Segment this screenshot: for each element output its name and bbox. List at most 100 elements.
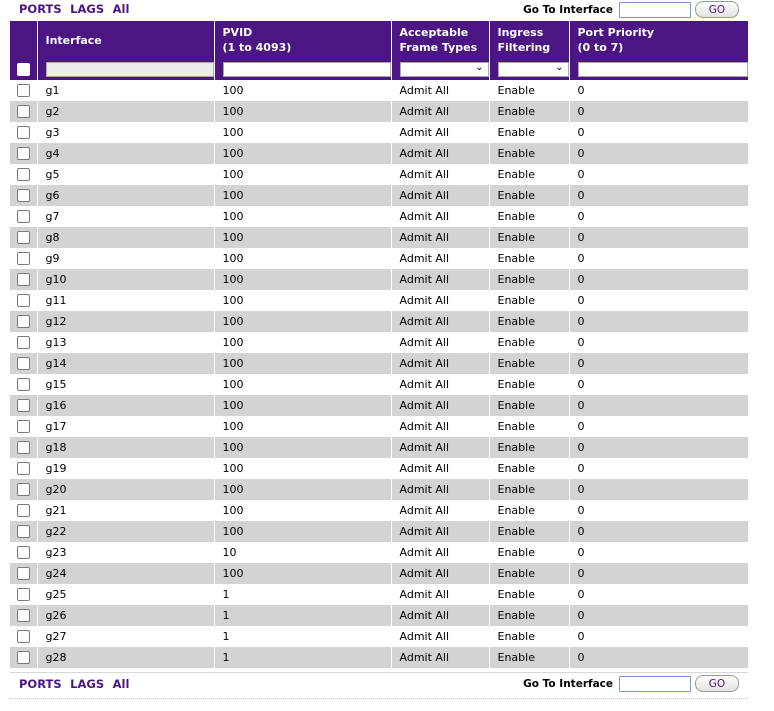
table-row[interactable]: g6 100 Admit All Enable 0 [10, 185, 748, 206]
port-priority-cell: 0 [569, 521, 748, 542]
frame-types-cell: Admit All [391, 626, 490, 647]
row-checkbox[interactable] [16, 546, 30, 560]
all-link-bottom[interactable]: All [113, 677, 130, 691]
row-checkbox[interactable] [16, 420, 30, 434]
row-checkbox[interactable] [16, 294, 30, 308]
table-row[interactable]: g20 100 Admit All Enable 0 [10, 479, 748, 500]
row-checkbox[interactable] [16, 84, 30, 98]
ingress-filtering-cell: Enable [489, 647, 570, 668]
port-priority-cell: 0 [569, 353, 748, 374]
table-row[interactable]: g4 100 Admit All Enable 0 [10, 143, 748, 164]
port-priority-edit-input[interactable] [577, 62, 748, 77]
row-checkbox[interactable] [16, 105, 30, 119]
top-nav-bar: PORTS LAGS All Go To Interface GO [10, 0, 748, 21]
row-checkbox[interactable] [16, 399, 30, 413]
row-checkbox[interactable] [16, 525, 30, 539]
row-checkbox[interactable] [16, 168, 30, 182]
table-row[interactable]: g14 100 Admit All Enable 0 [10, 353, 748, 374]
table-row[interactable]: g28 1 Admit All Enable 0 [10, 647, 748, 668]
ingress-filtering-column-header[interactable]: Ingress Filtering [489, 21, 570, 59]
ingress-filtering-select[interactable]: ⌄ [497, 62, 568, 77]
table-row[interactable]: g26 1 Admit All Enable 0 [10, 605, 748, 626]
select-all-checkbox[interactable] [16, 63, 30, 77]
pvid-cell: 100 [214, 479, 392, 500]
row-checkbox[interactable] [16, 588, 30, 602]
row-checkbox[interactable] [16, 441, 30, 455]
row-checkbox[interactable] [16, 336, 30, 350]
interface-column-header[interactable]: Interface [37, 21, 215, 59]
interface-cell: g7 [37, 206, 215, 227]
go-button[interactable]: GO [695, 1, 739, 18]
table-row[interactable]: g11 100 Admit All Enable 0 [10, 290, 748, 311]
table-row[interactable]: g1 100 Admit All Enable 0 [10, 80, 748, 101]
row-checkbox[interactable] [16, 231, 30, 245]
table-row[interactable]: g17 100 Admit All Enable 0 [10, 416, 748, 437]
row-select-cell [10, 563, 38, 584]
table-row[interactable]: g5 100 Admit All Enable 0 [10, 164, 748, 185]
row-checkbox[interactable] [16, 483, 30, 497]
table-row[interactable]: g19 100 Admit All Enable 0 [10, 458, 748, 479]
table-row[interactable]: g16 100 Admit All Enable 0 [10, 395, 748, 416]
table-row[interactable]: g21 100 Admit All Enable 0 [10, 500, 748, 521]
interface-filter-input[interactable] [45, 62, 213, 77]
pvid-cell: 100 [214, 164, 392, 185]
row-checkbox[interactable] [16, 378, 30, 392]
ports-link-bottom[interactable]: PORTS [19, 677, 62, 691]
table-row[interactable]: g24 100 Admit All Enable 0 [10, 563, 748, 584]
interface-cell: g15 [37, 374, 215, 395]
port-priority-column-header[interactable]: Port Priority (0 to 7) [569, 21, 748, 59]
row-checkbox[interactable] [16, 189, 30, 203]
pvid-cell: 1 [214, 647, 392, 668]
frame-types-select[interactable]: ⌄ [399, 62, 488, 77]
row-checkbox[interactable] [16, 210, 30, 224]
row-checkbox[interactable] [16, 357, 30, 371]
frame-types-cell: Admit All [391, 353, 490, 374]
row-select-cell [10, 416, 38, 437]
table-row[interactable]: g9 100 Admit All Enable 0 [10, 248, 748, 269]
table-row[interactable]: g27 1 Admit All Enable 0 [10, 626, 748, 647]
row-checkbox[interactable] [16, 462, 30, 476]
lags-link-bottom[interactable]: LAGS [70, 677, 104, 691]
row-checkbox[interactable] [16, 651, 30, 665]
table-row[interactable]: g8 100 Admit All Enable 0 [10, 227, 748, 248]
ingress-filtering-cell: Enable [489, 563, 570, 584]
table-row[interactable]: g23 10 Admit All Enable 0 [10, 542, 748, 563]
ingress-filtering-cell: Enable [489, 584, 570, 605]
ingress-filtering-cell: Enable [489, 395, 570, 416]
frame-types-column-header[interactable]: Acceptable Frame Types [391, 21, 490, 59]
go-to-interface-input-bottom[interactable] [619, 675, 691, 692]
ports-link[interactable]: PORTS [19, 2, 62, 16]
table-row[interactable]: g7 100 Admit All Enable 0 [10, 206, 748, 227]
row-checkbox[interactable] [16, 147, 30, 161]
table-header-row: Interface PVID (1 to 4093) Acceptable Fram… [10, 21, 748, 59]
ingress-filtering-cell: Enable [489, 458, 570, 479]
all-link[interactable]: All [113, 2, 130, 16]
row-select-cell [10, 206, 38, 227]
table-row[interactable]: g10 100 Admit All Enable 0 [10, 269, 748, 290]
row-checkbox[interactable] [16, 315, 30, 329]
table-row[interactable]: g15 100 Admit All Enable 0 [10, 374, 748, 395]
table-row[interactable]: g12 100 Admit All Enable 0 [10, 311, 748, 332]
row-checkbox[interactable] [16, 252, 30, 266]
row-checkbox[interactable] [16, 504, 30, 518]
table-row[interactable]: g18 100 Admit All Enable 0 [10, 437, 748, 458]
row-checkbox[interactable] [16, 567, 30, 581]
row-checkbox[interactable] [16, 609, 30, 623]
interface-cell: g25 [37, 584, 215, 605]
lags-link[interactable]: LAGS [70, 2, 104, 16]
port-priority-cell: 0 [569, 80, 748, 101]
pvid-edit-input[interactable] [222, 62, 390, 77]
row-checkbox[interactable] [16, 273, 30, 287]
row-checkbox[interactable] [16, 126, 30, 140]
table-row[interactable]: g2 100 Admit All Enable 0 [10, 101, 748, 122]
table-row[interactable]: g3 100 Admit All Enable 0 [10, 122, 748, 143]
table-row[interactable]: g25 1 Admit All Enable 0 [10, 584, 748, 605]
pvid-column-header[interactable]: PVID (1 to 4093) [214, 21, 392, 59]
ingress-filtering-cell: Enable [489, 122, 570, 143]
go-button-bottom[interactable]: GO [695, 675, 739, 692]
table-row[interactable]: g13 100 Admit All Enable 0 [10, 332, 748, 353]
port-priority-cell: 0 [569, 332, 748, 353]
row-checkbox[interactable] [16, 630, 30, 644]
table-row[interactable]: g22 100 Admit All Enable 0 [10, 521, 748, 542]
go-to-interface-input[interactable] [619, 1, 691, 18]
